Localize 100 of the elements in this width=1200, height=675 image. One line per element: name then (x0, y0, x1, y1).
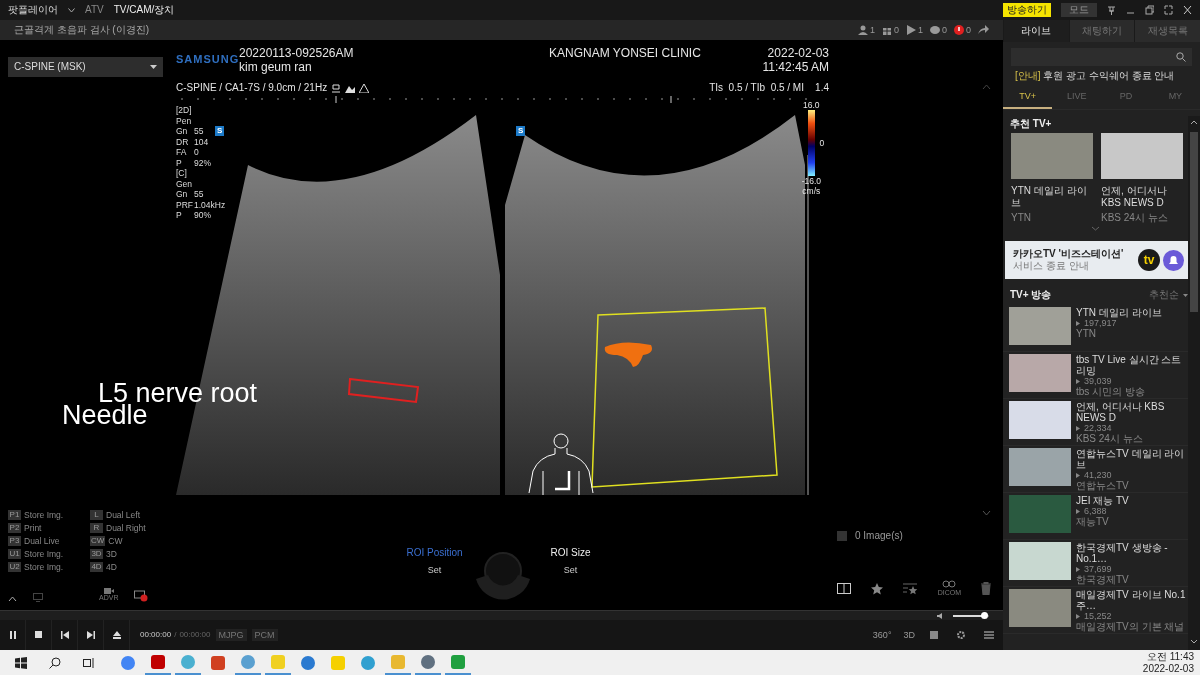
shortcut-label: Dual Left (106, 510, 141, 521)
param-value: 1.04kHz (194, 199, 226, 210)
restore-icon[interactable] (1145, 5, 1154, 15)
channel-name: 한국경제TV (1076, 574, 1130, 585)
roi-box (348, 375, 420, 405)
broadcast-title: 한국경제TV 생방송 - No.1… (1076, 542, 1169, 564)
checkbox-icon[interactable] (837, 531, 847, 541)
notice-text[interactable]: [안내] 후원 광고 수익쉐어 종료 안내 (1003, 66, 1200, 86)
codec-label: PCM (251, 628, 278, 642)
app-icon[interactable] (420, 653, 436, 670)
play-icon (1076, 566, 1080, 572)
key-badge: 3D (90, 549, 103, 560)
roi-option[interactable]: ROI Size Set (539, 547, 602, 576)
star-list-icon[interactable] (902, 582, 918, 595)
broadcast-item[interactable]: 연합뉴스TV 데일리 라이브 41,230 연합뉴스TV (1003, 446, 1188, 493)
view-count: 39,039 (1084, 376, 1112, 386)
broadcast-item[interactable]: JEI 재능 TV 6,388 재능TV (1003, 493, 1188, 540)
pause-icon[interactable] (8, 631, 17, 639)
param-value: 55 (194, 189, 204, 200)
preset-dropdown[interactable]: C-SPINE (MSK) (8, 57, 163, 77)
view-mode-button[interactable]: 360° (866, 629, 898, 641)
app-icon[interactable] (120, 654, 136, 671)
param-label: Gen (176, 178, 194, 189)
broadcast-item[interactable]: YTN 데일리 라이브 197,917 YTN (1003, 305, 1188, 352)
sort-dropdown[interactable]: 추천순 (1149, 289, 1188, 301)
bell-icon (1163, 249, 1184, 271)
source-tab[interactable]: ATV (85, 4, 104, 16)
search-icon[interactable] (49, 656, 61, 669)
split-view-icon[interactable] (837, 583, 851, 595)
param-value: 0 (194, 147, 199, 158)
caret-icon (1183, 293, 1188, 297)
shortcut-label: Store Img. (24, 549, 64, 560)
menu-icon[interactable] (984, 631, 994, 639)
chevron-up-icon[interactable] (8, 596, 17, 602)
play-icon (1076, 472, 1080, 478)
chevron-down-icon[interactable] (1091, 226, 1100, 231)
probe-info: C-SPINE / CA1-7S / 9.0cm / 21Hz (176, 82, 328, 94)
gift-icon (881, 25, 892, 35)
thumbnail-placeholder (1009, 542, 1071, 580)
play-icon (1076, 508, 1080, 514)
category-tab[interactable]: TV+ (1003, 86, 1053, 109)
param-label: PRF (176, 199, 194, 210)
broadcast-item[interactable]: 한국경제TV 생방송 - No.1… 37,699 한국경제TV (1003, 540, 1188, 587)
play-icon (905, 25, 916, 35)
channel-card[interactable]: YTN 데일리 라이브 YTN (1011, 133, 1093, 224)
stop-icon[interactable] (34, 631, 43, 639)
previous-icon[interactable] (60, 631, 69, 639)
shortcut-label: 3D (106, 549, 117, 560)
menu-button[interactable]: 팟플레이어 (8, 4, 58, 16)
search-icon (1176, 52, 1186, 62)
app-icon[interactable] (240, 653, 256, 670)
broadcast-item[interactable]: 언제, 어디서나 KBS NEWS D 22,334 KBS 24시 뉴스 (1003, 399, 1188, 446)
shortcut-label: 4D (106, 562, 117, 573)
mode-select[interactable]: 모드 (1061, 3, 1097, 17)
share-arrow-icon[interactable] (978, 25, 989, 35)
trash-icon[interactable] (980, 582, 991, 596)
broadcast-title: JEI 재능 TV (1076, 495, 1130, 506)
scale-min: -16.0 (801, 176, 821, 187)
promo-banner[interactable]: 카카오TV '비즈스테이션' 서비스 종료 안내 tv (1005, 241, 1188, 279)
view-count: 22,334 (1084, 423, 1112, 433)
thumbnail-placeholder (1009, 589, 1071, 627)
eject-icon[interactable] (112, 631, 121, 639)
broadcast-button[interactable]: 방송하기 (1003, 3, 1051, 17)
view-count: 41,230 (1084, 470, 1112, 480)
color-flow-blob (603, 339, 655, 369)
fullscreen-icon[interactable] (1164, 5, 1173, 15)
caret-icon[interactable] (68, 7, 75, 13)
settings-icon[interactable] (956, 630, 966, 640)
app-icon[interactable] (150, 653, 166, 670)
camera-icon (103, 587, 114, 594)
param-value: 55 (194, 126, 204, 137)
app-icon[interactable] (450, 653, 466, 670)
next-icon[interactable] (86, 631, 95, 639)
shortcut-label: Store Img. (24, 510, 64, 521)
start-icon[interactable] (15, 656, 27, 669)
app-icon[interactable] (300, 654, 316, 671)
broadcast-item[interactable]: tbs TV Live 실시간 스트리밍 39,039 tbs 시민의 방송 (1003, 352, 1188, 399)
panel-tab[interactable]: 라이브 (1003, 20, 1069, 42)
chevron-down-icon[interactable] (982, 510, 991, 516)
exam-time: 11:42:45 AM (762, 60, 829, 75)
key-badge: U1 (8, 549, 21, 560)
source-tab[interactable]: TV/CAM/장치 (113, 4, 175, 16)
search-field[interactable] (1011, 48, 1192, 66)
app-icon[interactable] (210, 654, 226, 671)
star-icon[interactable] (870, 582, 883, 595)
app-icon[interactable] (360, 654, 376, 671)
close-icon[interactable] (1183, 5, 1192, 15)
channel-card[interactable]: 언제, 어디서나 KBS NEWS D KBS 24시 뉴스 (1101, 133, 1183, 224)
pin-icon[interactable] (1107, 5, 1116, 15)
scale-zero: 0 (819, 138, 825, 149)
view-mode-button[interactable]: 3D (897, 629, 921, 641)
shortcut-label: CW (108, 536, 123, 547)
record-alert-icon[interactable] (134, 590, 149, 602)
param-label: DR (176, 136, 190, 147)
broadcast-item[interactable]: 매일경제TV 라이브 No.1 주… 15,252 매일경제TV의 기본 채널 (1003, 587, 1188, 634)
scale-max: 16.0 (803, 100, 820, 111)
task-view-icon[interactable] (83, 656, 95, 669)
play-icon (1076, 425, 1080, 431)
roi-option[interactable]: ROI Position Set (403, 547, 466, 576)
brand-logo: SAMSUNG (176, 53, 239, 65)
